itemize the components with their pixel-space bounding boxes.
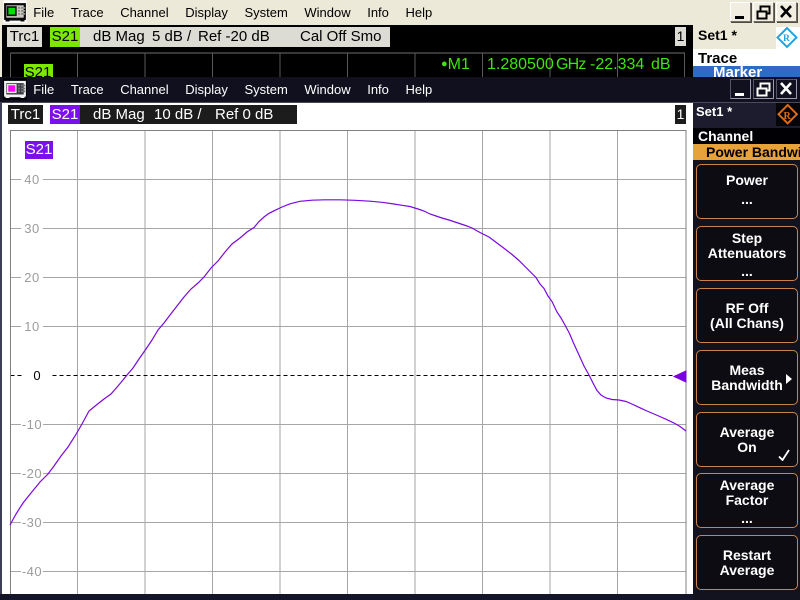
svg-text:R: R — [783, 34, 790, 44]
svg-text:R: R — [784, 111, 792, 122]
